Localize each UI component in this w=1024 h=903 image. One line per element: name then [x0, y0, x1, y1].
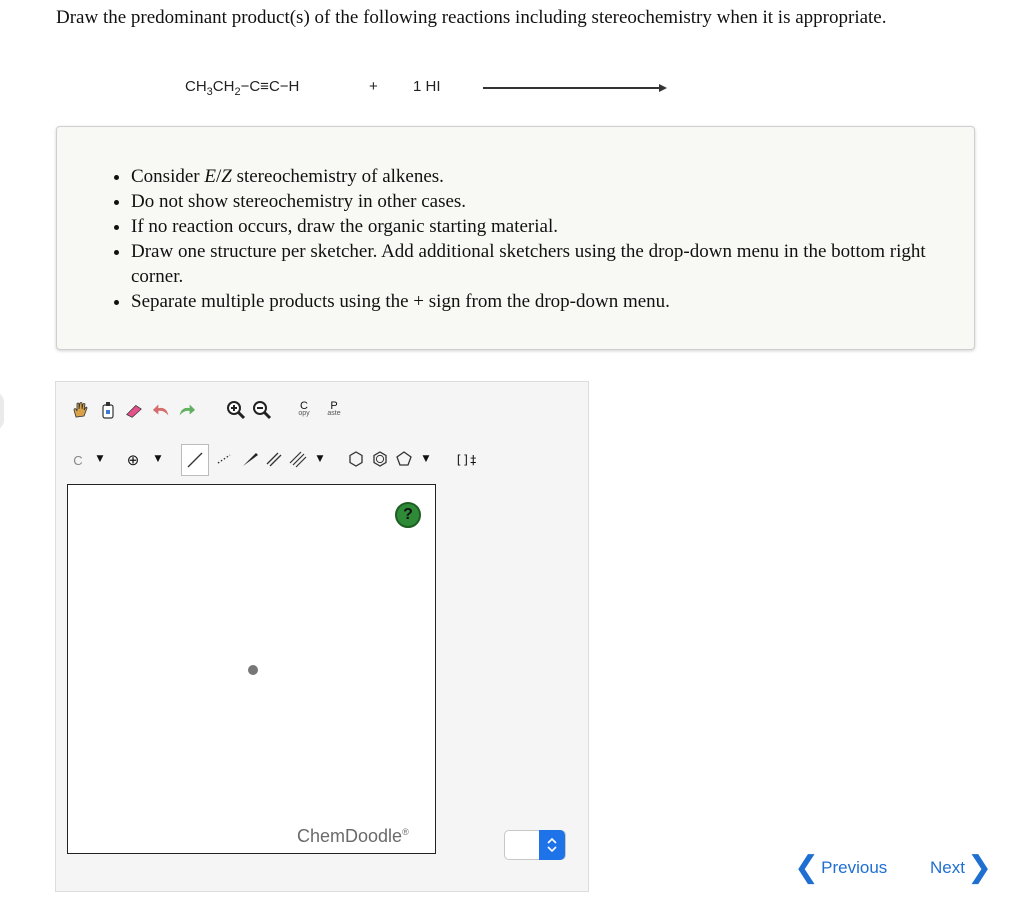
- benzene-icon[interactable]: [370, 449, 390, 469]
- instruction-item: If no reaction occurs, draw the organic …: [131, 214, 951, 239]
- instruction-item: Separate multiple products using the + s…: [131, 289, 951, 314]
- dashed-bond-icon[interactable]: [214, 449, 234, 469]
- side-tab: [0, 392, 4, 430]
- ring-dropdown-icon[interactable]: ▼: [416, 449, 436, 469]
- add-sketcher-select[interactable]: [504, 830, 566, 860]
- atom-label-button[interactable]: C: [67, 449, 89, 471]
- wedge-bond-icon[interactable]: [240, 449, 260, 469]
- triple-bond-icon[interactable]: [288, 449, 308, 469]
- reagent: 1 HI: [413, 78, 441, 95]
- reaction-arrow: [483, 84, 667, 92]
- paste-button[interactable]: P aste: [321, 396, 347, 424]
- instructions-box: Consider E/Z stereochemistry of alkenes.…: [56, 126, 975, 350]
- eraser-icon[interactable]: [124, 400, 144, 420]
- zoom-out-icon[interactable]: [252, 400, 272, 420]
- canvas-point: [248, 665, 258, 675]
- chemdoodle-sketcher: C opy P aste C ▼ ⊕ ▼ ▼ ▼ []‡ ? ChemDoodl…: [55, 381, 589, 892]
- zoom-in-icon[interactable]: [226, 400, 246, 420]
- copy-button[interactable]: C opy: [292, 396, 316, 424]
- atom-dropdown-icon[interactable]: ▼: [90, 449, 110, 469]
- cyclohexane-icon[interactable]: [346, 449, 366, 469]
- charge-dropdown-icon[interactable]: ▼: [148, 449, 168, 469]
- plus-sign: +: [369, 78, 378, 95]
- question-prompt: Draw the predominant product(s) of the f…: [56, 7, 887, 28]
- single-bond-button[interactable]: [181, 444, 209, 476]
- single-bond-icon: [187, 452, 203, 468]
- instruction-item: Do not show stereochemistry in other cas…: [131, 189, 951, 214]
- reaction-equation: CH3CH2−C≡C−H + 1 HI: [185, 78, 667, 98]
- help-button[interactable]: ?: [395, 502, 421, 528]
- undo-icon[interactable]: [152, 400, 172, 420]
- previous-button[interactable]: ❮ Previous: [794, 850, 887, 885]
- clear-icon[interactable]: [98, 400, 118, 420]
- drawing-canvas[interactable]: ? ChemDoodle®: [67, 484, 436, 854]
- chemdoodle-logo: ChemDoodle®: [297, 826, 409, 846]
- reactant: CH3CH2−C≡C−H: [185, 78, 300, 98]
- next-button[interactable]: Next ❯: [930, 850, 993, 885]
- select-arrows-icon: [539, 830, 565, 860]
- instruction-item: Draw one structure per sketcher. Add add…: [131, 239, 951, 289]
- double-bond-icon[interactable]: [264, 449, 284, 469]
- instruction-item: Consider E/Z stereochemistry of alkenes.: [131, 164, 951, 189]
- chevron-right-icon: ❯: [966, 850, 993, 885]
- hand-pan-icon[interactable]: [70, 400, 90, 420]
- chevron-left-icon: ❮: [794, 850, 820, 885]
- charge-button[interactable]: ⊕: [122, 449, 144, 471]
- redo-icon[interactable]: [176, 400, 196, 420]
- cyclopentane-icon[interactable]: [394, 449, 414, 469]
- bond-dropdown-icon[interactable]: ▼: [310, 449, 330, 469]
- bracket-charge-button[interactable]: []‡: [454, 448, 478, 472]
